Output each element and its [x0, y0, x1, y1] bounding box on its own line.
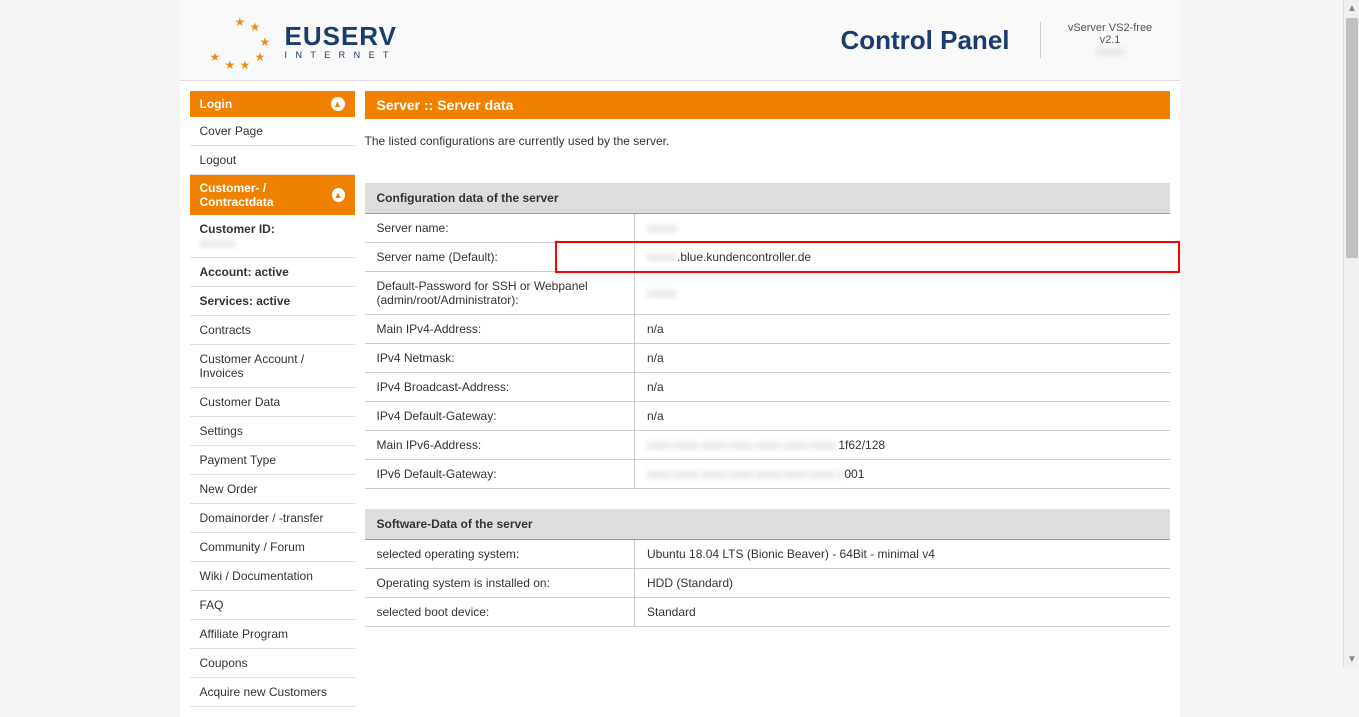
row-value: xxxxx	[635, 272, 1170, 315]
row-label: IPv6 Default-Gateway:	[365, 460, 635, 489]
table-row: IPv4 Default-Gateway: n/a	[365, 402, 1170, 431]
row-value: HDD (Standard)	[635, 569, 1170, 598]
row-value: n/a	[635, 373, 1170, 402]
config-table: Configuration data of the server Server …	[365, 183, 1170, 489]
row-label: selected boot device:	[365, 598, 635, 627]
table-row: IPv4 Broadcast-Address: n/a	[365, 373, 1170, 402]
page-title: Control Panel	[840, 25, 1009, 56]
sidebar-customer-id: Customer ID: xxxxxx	[190, 215, 355, 258]
sidebar-header-label: Customer- / Contractdata	[200, 181, 332, 209]
table-row: selected operating system: Ubuntu 18.04 …	[365, 540, 1170, 569]
header: ★ ★ ★ ★ ★ ★ ★ EUSERV I N T E R N E T Con…	[180, 0, 1180, 81]
table-row: Default-Password for SSH or Webpanel (ad…	[365, 272, 1170, 315]
row-label: Server name (Default):	[365, 243, 635, 272]
sidebar-item-community[interactable]: Community / Forum	[190, 533, 355, 562]
table-row: IPv4 Netmask: n/a	[365, 344, 1170, 373]
row-value: xxxxx.blue.kundencontroller.de	[635, 243, 1170, 272]
row-label: Main IPv6-Address:	[365, 431, 635, 460]
sidebar-item-logout[interactable]: Logout	[190, 146, 355, 175]
row-value: n/a	[635, 315, 1170, 344]
content: Server :: Server data The listed configu…	[365, 91, 1170, 707]
table-row: selected boot device: Standard	[365, 598, 1170, 627]
row-label: Server name:	[365, 214, 635, 243]
scroll-up-icon[interactable]: ▲	[1344, 0, 1359, 16]
sidebar-item-invoices[interactable]: Customer Account / Invoices	[190, 345, 355, 388]
software-table-title: Software-Data of the server	[365, 509, 1170, 540]
row-value: xxxxx	[635, 214, 1170, 243]
scroll-down-icon[interactable]: ▼	[1344, 651, 1359, 667]
scrollbar-thumb[interactable]	[1346, 18, 1358, 258]
sidebar-item-customer-data[interactable]: Customer Data	[190, 388, 355, 417]
row-value: Standard	[635, 598, 1170, 627]
row-value: xxxx:xxxx:xxxx:xxxx:xxxx:xxxx:xxxx:1f62/…	[635, 431, 1170, 460]
logo: ★ ★ ★ ★ ★ ★ ★ EUSERV I N T E R N E T	[200, 10, 397, 70]
content-header: Server :: Server data	[365, 91, 1170, 119]
sidebar-item-payment-type[interactable]: Payment Type	[190, 446, 355, 475]
sidebar-item-contracts[interactable]: Contracts	[190, 316, 355, 345]
scrollbar[interactable]: ▲ ▼	[1343, 0, 1359, 667]
sidebar-login-header[interactable]: Login ▲	[190, 91, 355, 117]
sidebar-item-new-order[interactable]: New Order	[190, 475, 355, 504]
row-label: Main IPv4-Address:	[365, 315, 635, 344]
row-value: Ubuntu 18.04 LTS (Bionic Beaver) - 64Bit…	[635, 540, 1170, 569]
stars-icon: ★ ★ ★ ★ ★ ★ ★	[200, 10, 280, 70]
sidebar-item-cover-page[interactable]: Cover Page	[190, 117, 355, 146]
chevron-up-icon: ▲	[331, 97, 345, 111]
sidebar-item-coupons[interactable]: Coupons	[190, 649, 355, 678]
row-value: n/a	[635, 344, 1170, 373]
version-info: vServer VS2-free v2.1 xxxxx	[1040, 22, 1160, 58]
version-line2: v2.1	[1061, 34, 1160, 46]
sidebar-item-wiki[interactable]: Wiki / Documentation	[190, 562, 355, 591]
row-value: xxxx:xxxx:xxxx:xxxx:xxxx:xxxx:xxxx:x001	[635, 460, 1170, 489]
row-value: n/a	[635, 402, 1170, 431]
config-table-title: Configuration data of the server	[365, 183, 1170, 214]
table-row: Main IPv4-Address: n/a	[365, 315, 1170, 344]
sidebar-customer-header[interactable]: Customer- / Contractdata ▲	[190, 175, 355, 215]
sidebar-header-label: Login	[200, 97, 233, 111]
software-table: Software-Data of the server selected ope…	[365, 509, 1170, 627]
table-row: Server name (Default): xxxxx.blue.kunden…	[365, 243, 1170, 272]
logo-subtext: I N T E R N E T	[285, 50, 397, 60]
logo-text: EUSERV	[285, 21, 397, 52]
version-blur: xxxxx	[1061, 46, 1160, 58]
sidebar: Login ▲ Cover Page Logout Customer- / Co…	[190, 91, 355, 707]
row-label: IPv4 Default-Gateway:	[365, 402, 635, 431]
content-description: The listed configurations are currently …	[365, 119, 1170, 163]
table-row: Server name: xxxxx	[365, 214, 1170, 243]
sidebar-item-domain-order[interactable]: Domainorder / -transfer	[190, 504, 355, 533]
sidebar-item-faq[interactable]: FAQ	[190, 591, 355, 620]
sidebar-services-status: Services: active	[190, 287, 355, 316]
row-label: IPv4 Broadcast-Address:	[365, 373, 635, 402]
row-label: Operating system is installed on:	[365, 569, 635, 598]
chevron-up-icon: ▲	[332, 188, 345, 202]
table-row: Main IPv6-Address: xxxx:xxxx:xxxx:xxxx:x…	[365, 431, 1170, 460]
table-row: Operating system is installed on: HDD (S…	[365, 569, 1170, 598]
sidebar-item-acquire[interactable]: Acquire new Customers	[190, 678, 355, 707]
sidebar-account-status: Account: active	[190, 258, 355, 287]
row-label: Default-Password for SSH or Webpanel (ad…	[365, 272, 635, 315]
table-row: IPv6 Default-Gateway: xxxx:xxxx:xxxx:xxx…	[365, 460, 1170, 489]
row-label: IPv4 Netmask:	[365, 344, 635, 373]
sidebar-item-settings[interactable]: Settings	[190, 417, 355, 446]
sidebar-item-affiliate[interactable]: Affiliate Program	[190, 620, 355, 649]
row-label: selected operating system:	[365, 540, 635, 569]
version-line1: vServer VS2-free	[1061, 22, 1160, 34]
